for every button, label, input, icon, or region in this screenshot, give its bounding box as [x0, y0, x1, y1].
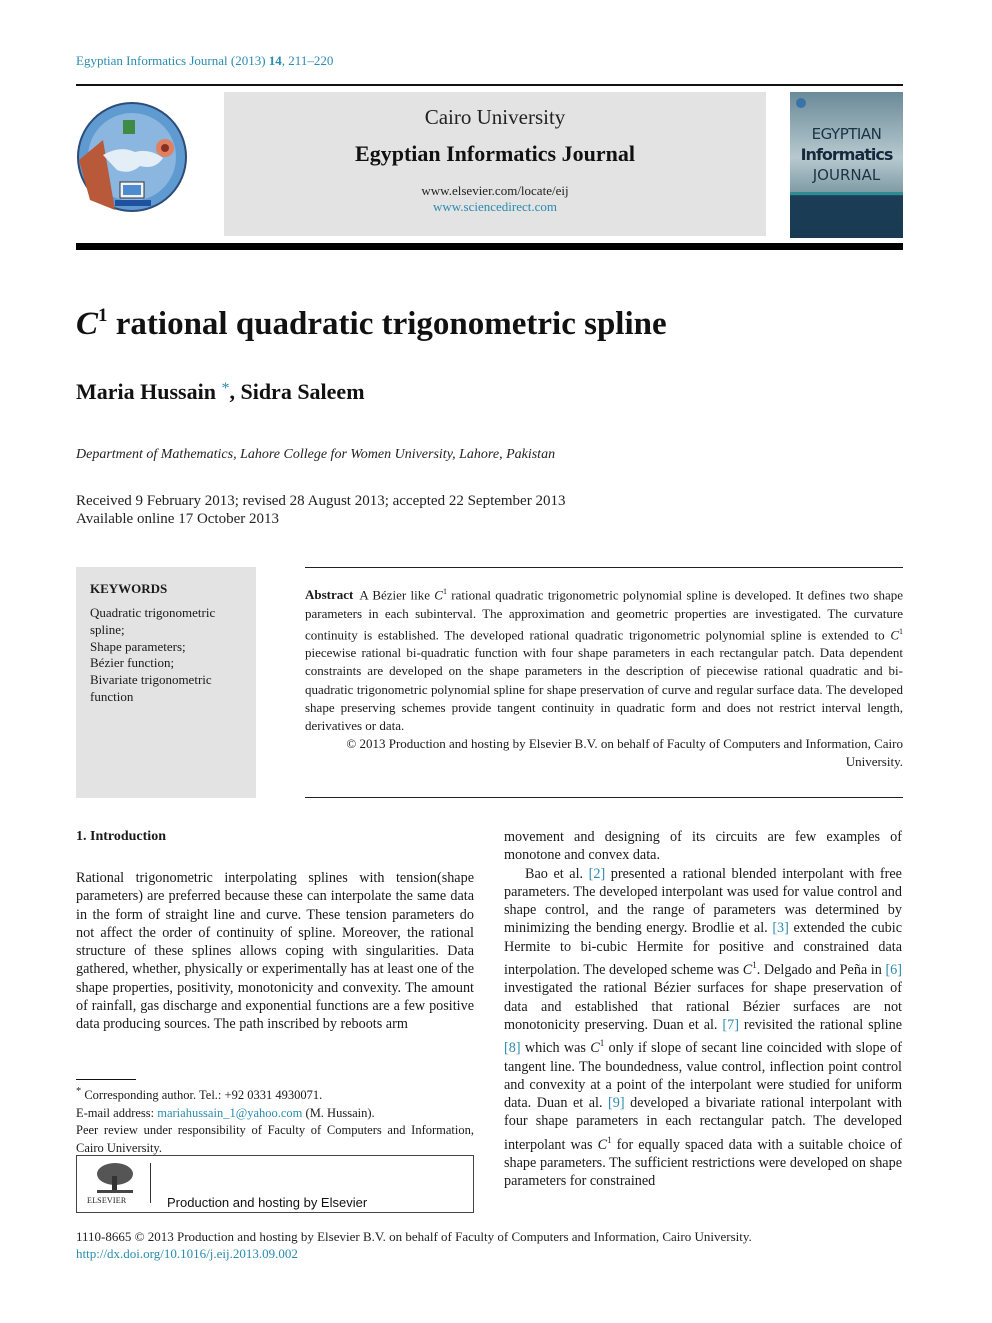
abstract-top-rule — [305, 567, 903, 568]
body-column-left: Rational trigonometric interpolating spl… — [76, 869, 474, 1034]
paragraph: Bao et al. [2] presented a rational blen… — [504, 865, 902, 1191]
header-thick-rule — [76, 243, 903, 250]
elsevier-hosting-box: ELSEVIER Production and hosting by Elsev… — [76, 1155, 474, 1213]
journal-reference[interactable]: Egyptian Informatics Journal (2013) 14, … — [76, 53, 333, 69]
affiliation: Department of Mathematics, Lahore Colleg… — [76, 447, 556, 462]
article-title: C1 rational quadratic trigonometric spli… — [76, 305, 667, 343]
top-rule — [76, 84, 903, 86]
issn-copyright: 1110-8665 © 2013 Production and hosting … — [76, 1229, 752, 1244]
math-symbol: C — [890, 627, 899, 643]
elsevier-url[interactable]: www.elsevier.com/locate/eij — [224, 183, 766, 199]
paragraph: movement and designing of its circuits a… — [504, 829, 902, 864]
math-symbol: C — [434, 587, 443, 603]
citation-link[interactable]: [9] — [608, 1095, 625, 1111]
body-column-right: movement and designing of its circuits a… — [504, 828, 902, 1191]
abstract-bottom-rule — [305, 797, 903, 798]
cover-line-1: EGYPTIAN — [811, 125, 882, 143]
cover-line-2: Informatics — [800, 145, 894, 164]
email-link[interactable]: mariahussain_1@yahoo.com — [157, 1106, 302, 1120]
math-symbol: C — [590, 1040, 600, 1057]
received-dates: Received 9 February 2013; revised 28 Aug… — [76, 493, 566, 509]
cover-emblem-icon — [796, 98, 806, 108]
abstract-text: A Bézier like — [359, 587, 435, 603]
keywords-box: KEYWORDS Quadratic trigonometric spline;… — [76, 567, 256, 798]
author-list: Maria Hussain *, Sidra Saleem — [76, 379, 365, 405]
title-symbol: C — [76, 306, 99, 342]
keyword-item: Shape parameters; — [90, 638, 186, 654]
elsevier-wordmark: ELSEVIER — [87, 1196, 127, 1205]
page-footer: 1110-8665 © 2013 Production and hosting … — [76, 1228, 752, 1262]
text: E-mail address: — [76, 1105, 158, 1120]
journal-ref-text: Egyptian Informatics Journal (2013) — [76, 53, 269, 68]
journal-pages: , 211–220 — [281, 53, 334, 68]
text: Corresponding author. Tel.: +92 0331 493… — [81, 1088, 323, 1103]
title-superscript: 1 — [98, 305, 108, 326]
corresponding-author-note: * Corresponding author. Tel.: +92 0331 4… — [76, 1083, 474, 1105]
keyword-item: Quadratic trigonometric spline; — [90, 605, 216, 637]
keywords-heading: KEYWORDS — [90, 581, 168, 596]
abstract-text: piecewise rational bi-quadratic function… — [305, 645, 903, 734]
keyword-item: Bivariate trigonometric function — [90, 672, 212, 704]
abstract-label: Abstract — [305, 587, 354, 603]
math-superscript: 1 — [899, 626, 903, 636]
text: (M. Hussain). — [302, 1105, 375, 1120]
sciencedirect-link[interactable]: www.sciencedirect.com — [224, 199, 766, 215]
journal-cover-image: EGYPTIAN Informatics JOURNAL — [790, 92, 903, 238]
abstract-copyright: © 2013 Production and hosting by Elsevie… — [346, 736, 903, 770]
article-dates: Received 9 February 2013; revised 28 Aug… — [76, 492, 565, 528]
text: Bao et al. — [525, 865, 589, 882]
math-symbol: C — [597, 1136, 608, 1153]
math-symbol: C — [742, 962, 753, 979]
keyword-item: Bézier function; — [90, 655, 175, 671]
footnote-rule — [76, 1079, 136, 1080]
citation-link[interactable]: [2] — [589, 866, 606, 882]
section-heading-introduction: 1. Introduction — [76, 829, 166, 844]
text: . Delgado and Peña in — [756, 962, 886, 979]
divider — [150, 1163, 151, 1203]
cover-band — [790, 192, 903, 195]
abstract-body: Abstract A Bézier like C1 rational quadra… — [305, 583, 903, 735]
author-2: , Sidra Saleem — [229, 379, 365, 404]
journal-volume: 14 — [268, 53, 282, 68]
keywords-list: Quadratic trigonometric spline; Shape pa… — [90, 605, 240, 706]
title-text: rational quadratic trigonometric spline — [107, 306, 667, 342]
citation-link[interactable]: [8] — [504, 1040, 521, 1056]
citation-link[interactable]: [7] — [722, 1017, 739, 1033]
text: revisited the rational spline — [738, 1016, 902, 1033]
university-name: Cairo University — [424, 105, 566, 129]
cover-line-3: JOURNAL — [812, 166, 881, 184]
production-hosting-label: Production and hosting by Elsevier — [167, 1195, 368, 1210]
peer-review-note: Peer review under responsibility of Facu… — [76, 1123, 474, 1155]
doi-link[interactable]: http://dx.doi.org/10.1016/j.eij.2013.09.… — [76, 1246, 298, 1261]
journal-name: Egyptian Informatics Journal — [355, 141, 635, 166]
email-note: E-mail address: mariahussain_1@yahoo.com… — [76, 1105, 474, 1123]
elsevier-tree-icon — [97, 1163, 133, 1193]
faculty-logo — [75, 100, 190, 215]
author-1: Maria Hussain — [76, 379, 216, 404]
citation-link[interactable]: [6] — [885, 962, 902, 978]
text: which was — [520, 1040, 591, 1057]
journal-banner: Cairo University Egyptian Informatics Jo… — [224, 92, 766, 236]
abstract: Abstract A Bézier like C1 rational quadra… — [305, 583, 903, 772]
citation-link[interactable]: [3] — [772, 920, 789, 936]
available-online: Available online 17 October 2013 — [76, 511, 279, 527]
footnotes: * Corresponding author. Tel.: +92 0331 4… — [76, 1083, 474, 1157]
paragraph: Rational trigonometric interpolating spl… — [76, 870, 474, 1033]
